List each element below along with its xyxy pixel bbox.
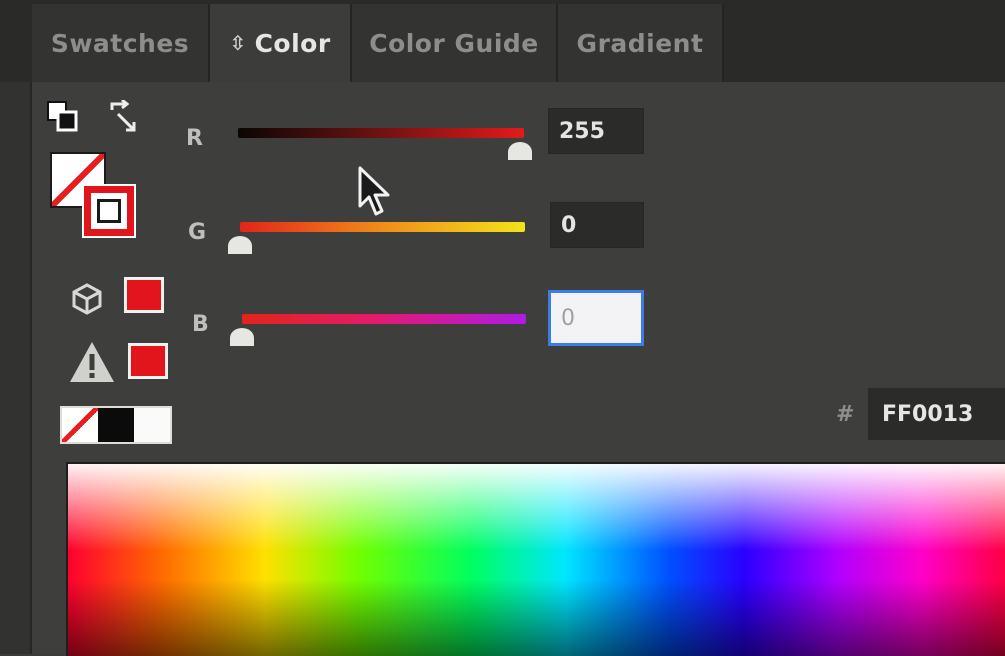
green-value-input[interactable]: 0 — [550, 202, 644, 248]
white-color-button[interactable] — [134, 408, 170, 442]
tab-color-label: Color — [254, 28, 331, 58]
warning-triangle-icon[interactable] — [68, 340, 116, 388]
red-value-input[interactable]: 255 — [548, 108, 644, 154]
tab-gradient-label: Gradient — [576, 28, 704, 58]
hex-prefix: # — [836, 402, 855, 427]
hex-value-input[interactable]: FF0013 — [868, 388, 1005, 440]
tab-swatches[interactable]: Swatches — [32, 4, 210, 82]
left-dock-edge — [0, 82, 32, 654]
tab-color-guide[interactable]: Color Guide — [352, 4, 558, 82]
default-fill-stroke-icon[interactable] — [46, 100, 80, 139]
channel-label-g: G — [188, 220, 207, 245]
green-slider-track[interactable] — [240, 222, 525, 232]
cube-icon[interactable] — [70, 282, 104, 320]
in-gamut-color-swatch[interactable] — [128, 343, 168, 379]
tab-gradient[interactable]: Gradient — [558, 4, 724, 82]
tab-color[interactable]: ⇳ Color — [210, 4, 352, 82]
tab-color-guide-label: Color Guide — [369, 28, 539, 58]
channel-label-r: R — [186, 126, 203, 151]
panel-tab-bar: Swatches ⇳ Color Color Guide Gradient — [0, 0, 1005, 82]
fill-stroke-selector — [50, 152, 140, 242]
blue-slider-track[interactable] — [242, 314, 526, 324]
channel-label-b: B — [192, 312, 209, 337]
stroke-swatch[interactable] — [82, 184, 136, 238]
tab-swatches-label: Swatches — [50, 28, 190, 58]
color-spectrum-picker[interactable] — [66, 462, 1005, 656]
black-color-button[interactable] — [98, 408, 134, 442]
up-down-arrows-icon: ⇳ — [229, 31, 247, 55]
blue-value-input[interactable]: 0 — [548, 290, 644, 346]
quick-color-bar — [60, 406, 172, 444]
red-slider-track[interactable] — [238, 128, 524, 138]
swap-fill-stroke-icon[interactable] — [106, 98, 140, 139]
web-safe-color-swatch[interactable] — [124, 277, 164, 313]
mouse-cursor-icon — [358, 166, 392, 222]
none-color-button[interactable] — [62, 408, 98, 442]
